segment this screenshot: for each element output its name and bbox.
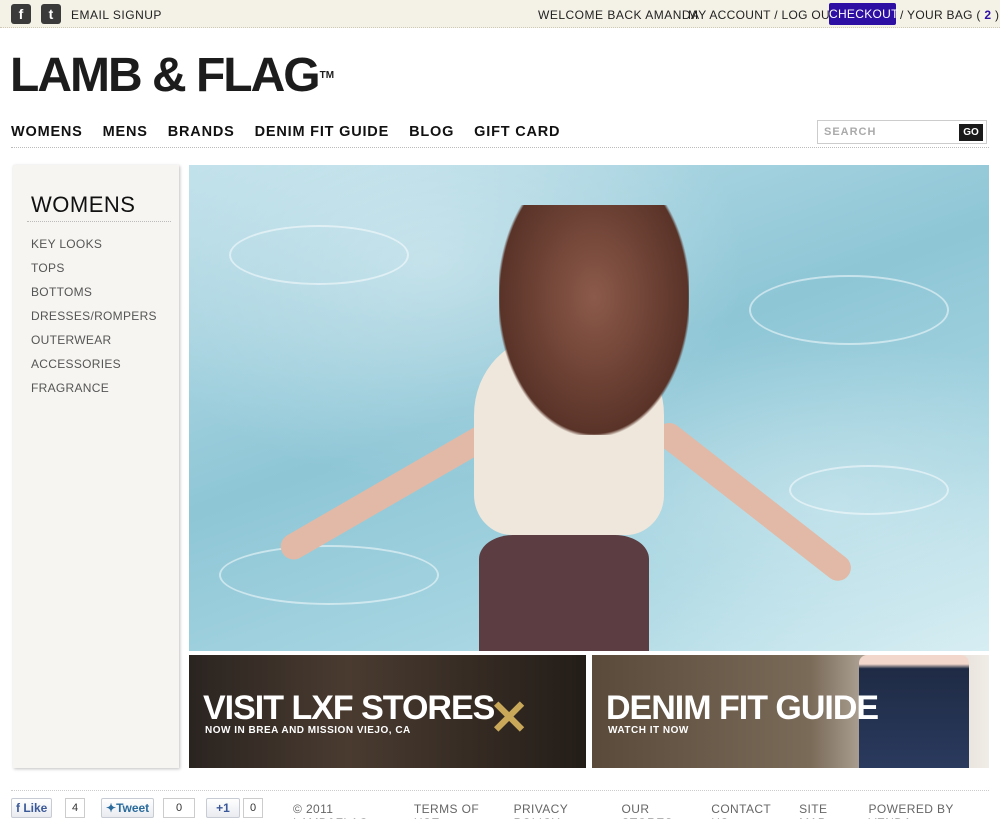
like-label: Like — [23, 801, 48, 815]
footer-terms-link[interactable]: TERMS OF USE — [414, 802, 495, 819]
facebook-icon: f — [16, 801, 20, 815]
logo-text: LAMB & FLAG — [10, 49, 321, 102]
footer-stores-link[interactable]: OUR STORES — [622, 802, 693, 819]
search-input[interactable] — [818, 121, 958, 143]
plusone-count: 0 — [243, 798, 263, 818]
promo-denim-subtitle: WATCH IT NOW — [608, 725, 689, 736]
twitter-bird-icon: ✦ — [106, 801, 117, 815]
like-count: 4 — [65, 798, 85, 818]
nav-blog[interactable]: BLOG — [409, 124, 454, 140]
footer-sitemap-link[interactable]: SITE MAP — [799, 802, 849, 819]
sidebar-item-bottoms[interactable]: BOTTOMS — [31, 285, 157, 309]
nav-brands[interactable]: BRANDS — [168, 124, 235, 140]
site-logo[interactable]: LAMB & FLAGTM — [10, 50, 334, 102]
model-hair — [499, 205, 689, 435]
your-bag-close: ) — [995, 8, 1000, 22]
promo-stores-title: VISIT LXF STORES — [203, 689, 495, 727]
logo-trademark: TM — [319, 70, 335, 81]
sidebar-item-accessories[interactable]: ACCESSORIES — [31, 357, 157, 381]
welcome-message: WELCOME BACK AMANDA — [538, 8, 700, 22]
twitter-icon[interactable]: t — [41, 4, 61, 24]
facebook-like-button[interactable]: f Like — [11, 798, 53, 818]
lxf-x-emblem: ✕ — [489, 692, 530, 745]
nav-gift-card[interactable]: GIFT CARD — [474, 124, 560, 140]
promo-denim-fit-guide[interactable]: DENIM FIT GUIDE WATCH IT NOW — [592, 655, 989, 768]
tweet-label: Tweet — [116, 801, 150, 815]
hero-image[interactable] — [189, 165, 989, 651]
nav-mens[interactable]: MENS — [103, 124, 148, 140]
footer-powered-by-link[interactable]: POWERED BY VENDA — [868, 802, 981, 819]
footer-contact-link[interactable]: CONTACT US — [711, 802, 780, 819]
promo-denim-title: DENIM FIT GUIDE — [606, 689, 879, 727]
model-pants — [479, 535, 649, 651]
sidebar-list: KEY LOOKS TOPS BOTTOMS DRESSES/ROMPERS O… — [31, 237, 157, 405]
water-ripple — [789, 465, 949, 515]
main-nav: WOMENS MENS BRANDS DENIM FIT GUIDE BLOG … — [11, 124, 580, 140]
nav-denim-fit-guide[interactable]: DENIM FIT GUIDE — [255, 124, 389, 140]
category-sidebar: WOMENS KEY LOOKS TOPS BOTTOMS DRESSES/RO… — [13, 165, 179, 768]
model-arm — [275, 416, 506, 565]
email-signup-link[interactable]: EMAIL SIGNUP — [71, 8, 162, 22]
promo-stores-subtitle: NOW IN BREA AND MISSION VIEJO, CA — [205, 725, 411, 736]
checkout-button[interactable]: CHECKOUT — [829, 3, 898, 25]
sidebar-item-dresses-rompers[interactable]: DRESSES/ROMPERS — [31, 309, 157, 333]
water-ripple — [229, 225, 409, 285]
water-ripple — [749, 275, 949, 345]
sidebar-divider — [27, 221, 171, 222]
promo-visit-stores[interactable]: ✕ VISIT LXF STORES NOW IN BREA AND MISSI… — [189, 655, 586, 768]
footer-links: © 2011 LAMB&FLAG TERMS OF USE PRIVACY PO… — [293, 802, 1000, 819]
my-account-logout-link[interactable]: MY ACCOUNT / LOG OUT — [688, 8, 838, 22]
tweet-button[interactable]: ✦Tweet — [101, 798, 155, 818]
search-box: GO — [817, 120, 987, 144]
footer-copyright: © 2011 LAMB&FLAG — [293, 802, 368, 819]
your-bag-label: / YOUR BAG ( — [900, 8, 981, 22]
facebook-icon[interactable]: f — [11, 4, 31, 24]
sidebar-item-fragrance[interactable]: FRAGRANCE — [31, 381, 157, 405]
footer-privacy-link[interactable]: PRIVACY POLICY — [514, 802, 603, 819]
bag-count: 2 — [984, 8, 992, 22]
footer-divider — [11, 790, 989, 791]
sidebar-item-tops[interactable]: TOPS — [31, 261, 157, 285]
nav-womens[interactable]: WOMENS — [11, 124, 83, 140]
search-go-button[interactable]: GO — [959, 124, 983, 141]
tweet-count: 0 — [163, 798, 195, 818]
water-ripple — [219, 545, 439, 605]
sidebar-item-key-looks[interactable]: KEY LOOKS — [31, 237, 157, 261]
top-utility-bar: f t EMAIL SIGNUP WELCOME BACK AMANDA MY … — [0, 0, 1000, 28]
sidebar-title: WOMENS — [31, 192, 136, 217]
your-bag-link[interactable]: / YOUR BAG ( 2 ) — [900, 8, 999, 22]
nav-divider — [11, 147, 989, 148]
google-plusone-button[interactable]: +1 — [206, 798, 240, 818]
sidebar-item-outerwear[interactable]: OUTERWEAR — [31, 333, 157, 357]
